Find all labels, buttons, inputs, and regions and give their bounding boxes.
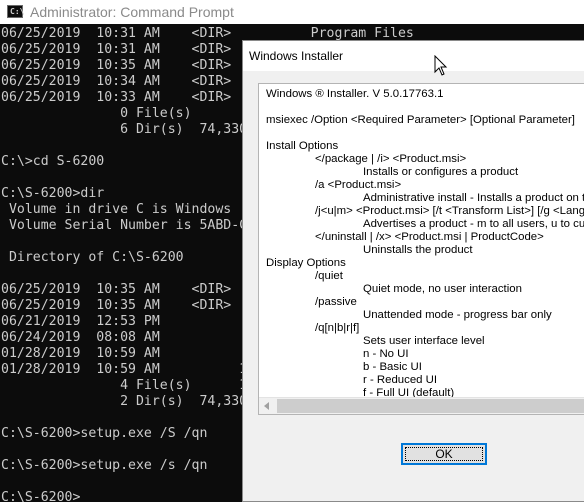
- console-line: C:\>cd S-6200: [1, 154, 105, 169]
- help-line: b - Basic UI: [363, 361, 422, 373]
- cmd-window-title: Administrator: Command Prompt: [30, 4, 234, 20]
- help-line: Unattended mode - progress bar only: [363, 309, 552, 321]
- help-line: Installs or configures a product: [363, 166, 519, 178]
- mouse-pointer-icon: [434, 55, 448, 76]
- console-line: Volume Serial Number is 5ABD-C: [1, 218, 248, 233]
- dialog-title: Windows Installer: [249, 49, 344, 63]
- help-line: r - Reduced UI: [363, 374, 438, 386]
- scroll-left-arrow-icon[interactable]: [259, 398, 276, 414]
- console-line: 2 Dir(s) 74,330: [1, 394, 248, 409]
- help-line: Advertises a product - m to all users, u…: [363, 218, 584, 230]
- help-line: Install Options: [266, 140, 339, 152]
- horizontal-scrollbar[interactable]: [259, 397, 584, 414]
- help-line: msiexec /Option <Required Parameter> [Op…: [266, 114, 575, 126]
- console-line: 6 Dir(s) 74,330: [1, 122, 248, 137]
- console-line: C:\S-6200>: [1, 490, 81, 502]
- help-line: </uninstall | /x> <Product.msi | Product…: [315, 231, 544, 243]
- console-line: 01/28/2019 10:59 AM: [1, 346, 160, 361]
- console-line: 06/25/2019 10:31 AM <DIR>: [1, 42, 232, 57]
- help-text-panel: Windows ® Installer. V 5.0.17763.1 msiexe…: [258, 83, 584, 415]
- console-line: 06/21/2019 12:53 PM: [1, 314, 160, 329]
- scrollbar-thumb[interactable]: [277, 399, 584, 413]
- console-line: 06/25/2019 10:35 AM <DIR>: [1, 58, 232, 73]
- console-line: 06/25/2019 10:35 AM <DIR>: [1, 282, 232, 297]
- console-line: C:\S-6200>dir: [1, 186, 105, 201]
- help-line: Administrative install - Installs a prod…: [363, 192, 584, 204]
- dialog-title-bar[interactable]: Windows Installer: [243, 41, 584, 76]
- console-line: 0 File(s): [1, 106, 192, 121]
- console-line: Volume in drive C is Windows: [1, 202, 232, 217]
- help-line: /quiet: [315, 270, 343, 282]
- console-line: 06/25/2019 10:34 AM <DIR>: [1, 74, 232, 89]
- ok-button-label: OK: [435, 447, 453, 461]
- command-prompt-icon-glyph: C:\: [10, 7, 25, 16]
- help-line: n - No UI: [363, 348, 409, 360]
- console-line: 06/24/2019 08:08 AM: [1, 330, 160, 345]
- console-line: 4 File(s) 18: [1, 378, 256, 393]
- console-line: 01/28/2019 10:59 AM 18: [1, 362, 256, 377]
- help-line: </package | /i> <Product.msi>: [315, 153, 467, 165]
- console-line: 06/25/2019 10:35 AM <DIR>: [1, 298, 232, 313]
- help-line: Uninstalls the product: [363, 244, 473, 256]
- windows-installer-dialog: Windows Installer Windows ® Installer. V…: [242, 40, 584, 502]
- help-line: Sets user interface level: [363, 335, 485, 347]
- console-line: Directory of C:\S-6200: [1, 250, 184, 265]
- help-line: /q[n|b|r|f]: [315, 322, 360, 334]
- console-line: C:\S-6200>setup.exe /s /qn: [1, 458, 208, 473]
- console-line: 06/25/2019 10:33 AM <DIR>: [1, 90, 232, 105]
- console-line: C:\S-6200>setup.exe /S /qn: [1, 426, 208, 441]
- help-line: Quiet mode, no user interaction: [363, 283, 522, 295]
- help-line: /j<u|m> <Product.msi> [/t <Transform Lis…: [315, 205, 584, 217]
- help-line: /a <Product.msi>: [315, 179, 402, 191]
- help-line: Windows ® Installer. V 5.0.17763.1: [266, 88, 444, 100]
- help-line: Display Options: [266, 257, 346, 269]
- ok-button[interactable]: OK: [401, 443, 487, 465]
- command-prompt-icon[interactable]: C:\: [7, 5, 25, 18]
- cmd-title-bar[interactable]: C:\ Administrator: Command Prompt: [0, 0, 584, 24]
- help-line: /passive: [315, 296, 357, 308]
